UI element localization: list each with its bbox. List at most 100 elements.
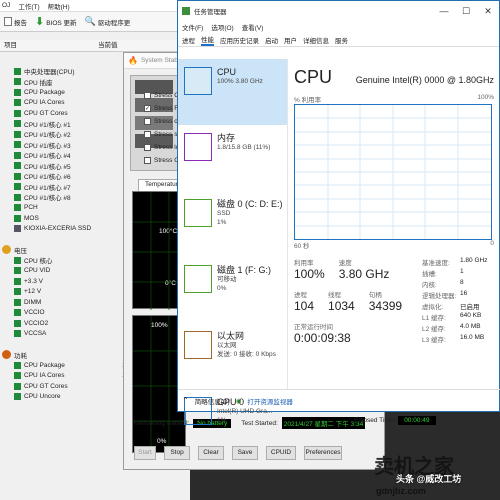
spec-key: L3 缓存: bbox=[422, 337, 446, 344]
sensor-label: PCH bbox=[24, 204, 38, 212]
perf-item[interactable]: CPU 100% 3.80 GHz bbox=[178, 59, 287, 125]
tm-menu-file[interactable]: 文件(F) bbox=[182, 22, 203, 32]
menu-item-1[interactable]: 工作(T) bbox=[18, 1, 39, 11]
sensor-menubar: OJ 工作(T) 帮助(H) bbox=[0, 0, 190, 12]
checkbox-box[interactable] bbox=[144, 157, 151, 164]
tab-details[interactable]: 详细信息 bbox=[303, 35, 329, 45]
chevron-up-icon[interactable]: ⌃ bbox=[182, 396, 189, 405]
tab-performance[interactable]: 性能 bbox=[201, 34, 214, 46]
column-item[interactable]: 项目 bbox=[0, 40, 94, 51]
sensor-icon bbox=[14, 309, 21, 317]
perf-item-t3: 1% bbox=[217, 219, 227, 226]
elapsed-label: Elapsed Time: bbox=[354, 417, 396, 424]
perf-item-t1: 以太网 bbox=[217, 331, 245, 341]
tab-processes[interactable]: 进程 bbox=[182, 35, 195, 45]
checkbox-box[interactable] bbox=[144, 118, 151, 125]
spec-key: L2 缓存: bbox=[422, 326, 446, 333]
maximize-button[interactable]: ☐ bbox=[455, 6, 477, 17]
spec-value: 1 bbox=[460, 268, 464, 275]
perf-item-t1: 磁盘 0 (C: D: E:) bbox=[217, 199, 283, 209]
checkbox-box[interactable] bbox=[144, 131, 151, 138]
sensor-icon bbox=[14, 372, 21, 380]
column-value[interactable]: 当前值 bbox=[94, 40, 134, 51]
sensor-icon bbox=[14, 361, 21, 369]
perf-item[interactable]: 以太网 以太网发送: 0 接收: 0 Kbps bbox=[178, 323, 287, 389]
tm-menu-options[interactable]: 选项(O) bbox=[211, 22, 233, 32]
resource-monitor-icon: ◉ bbox=[235, 397, 242, 405]
spec-row: L2 缓存: 4.0 MB bbox=[422, 323, 498, 334]
close-button[interactable]: ✕ bbox=[477, 6, 499, 17]
elapsed-time: Elapsed Time: 00:00:49 bbox=[354, 416, 436, 425]
sensor-label: VCCIO bbox=[24, 309, 45, 317]
tm-menu-view[interactable]: 查看(V) bbox=[242, 22, 264, 32]
report-button[interactable]: 报告 bbox=[4, 17, 27, 27]
perf-thumbnail bbox=[184, 199, 212, 227]
perf-thumbnail bbox=[184, 67, 212, 95]
sensor-label: +3.3 V bbox=[24, 277, 43, 285]
sensor-label: CPU #1/核心 #5 bbox=[24, 163, 71, 171]
tab-startup[interactable]: 启动 bbox=[265, 35, 278, 45]
minimize-button[interactable]: — bbox=[433, 6, 455, 17]
start-button[interactable]: Start bbox=[134, 446, 156, 460]
sensor-label: CPU #1/核心 #2 bbox=[24, 132, 71, 140]
stat-processes: 进程 104 bbox=[294, 292, 315, 313]
sensor-label: CPU GT Cores bbox=[24, 382, 68, 390]
perf-item-t3: 0% bbox=[217, 285, 227, 292]
spec-key: 基准速度: bbox=[422, 260, 450, 267]
sensor-label: VCCIO2 bbox=[24, 319, 49, 327]
menu-item-0[interactable]: OJ bbox=[2, 2, 10, 9]
checkbox-box[interactable] bbox=[144, 144, 151, 151]
sensor-label: DIMM bbox=[24, 298, 42, 306]
flame-icon: 🔥 bbox=[128, 56, 138, 65]
sensor-icon bbox=[14, 298, 21, 306]
perf-item[interactable]: 磁盘 1 (F: G:) 可移动 0% bbox=[178, 257, 287, 323]
stat-uptime: 正常运行时间 0:00:09:38 bbox=[294, 324, 351, 345]
perf-item[interactable]: 内存 1.8/15.8 GB (11%) bbox=[178, 125, 287, 191]
sensor-label: CPU #1/核心 #8 bbox=[24, 195, 71, 203]
sensor-label: 中央处理器(CPU) bbox=[24, 69, 75, 77]
voltage-icon bbox=[2, 245, 11, 255]
spec-value: 8 bbox=[460, 279, 464, 286]
watermark: 卖机之家 头条 @威改工坊 gdnjbz.com bbox=[370, 446, 500, 500]
perf-item-t2: SSD bbox=[217, 210, 231, 217]
sensor-icon bbox=[14, 183, 21, 191]
perf-sidebar: CPU 100% 3.80 GHz 内存 1.8/15.8 GB (11%) 磁盘 0 … bbox=[178, 59, 288, 425]
tab-app-history[interactable]: 应用历史记录 bbox=[220, 35, 259, 45]
checkbox-box[interactable]: ✓ bbox=[144, 105, 151, 112]
perf-item-t2: 以太网 bbox=[217, 342, 237, 349]
tm-tabs: 进程 性能 应用历史记录 启动 用户 详细信息 服务 bbox=[178, 33, 499, 47]
sensor-icon bbox=[14, 120, 21, 128]
menu-item-2[interactable]: 帮助(H) bbox=[48, 1, 70, 11]
report-icon bbox=[4, 17, 12, 26]
brief-info-link[interactable]: 简略信息(D) bbox=[195, 396, 230, 406]
driver-update-button[interactable]: 🔍 驱动程序更 bbox=[85, 16, 131, 27]
tab-services[interactable]: 服务 bbox=[335, 35, 348, 45]
checkbox-box[interactable] bbox=[144, 92, 151, 99]
perf-item-t2: 可移动 bbox=[217, 276, 237, 283]
tab-users[interactable]: 用户 bbox=[284, 35, 297, 45]
task-manager-window: 任务管理器 — ☐ ✕ 文件(F) 选项(O) 查看(V) 进程 性能 应用历史… bbox=[177, 0, 500, 425]
perf-item-t3: 发送: 0 接收: 0 Kbps bbox=[217, 351, 276, 358]
perf-item-t1: CPU bbox=[217, 67, 237, 77]
elapsed-value: 00:00:49 bbox=[398, 416, 436, 425]
sensor-label: CPU #1/核心 #4 bbox=[24, 153, 71, 161]
cpu-panel: CPU Genuine Intel(R) 0000 @ 1.80GHz % 利用… bbox=[294, 67, 494, 250]
sensor-label: VCCSA bbox=[24, 330, 47, 338]
spec-key: 插槽: bbox=[422, 271, 437, 278]
sensor-label: +12 V bbox=[24, 288, 42, 296]
resource-monitor-link[interactable]: 打开资源监视器 bbox=[247, 396, 293, 406]
preferences-button[interactable]: Preferences bbox=[304, 446, 342, 460]
bios-update-button[interactable]: ⬇ BIOS 更新 bbox=[35, 15, 77, 28]
spec-key: 内核: bbox=[422, 282, 437, 289]
sensor-icon bbox=[14, 256, 21, 264]
spec-key: 虚拟化: bbox=[422, 304, 444, 311]
perf-item[interactable]: 磁盘 0 (C: D: E:) SSD 1% bbox=[178, 191, 287, 257]
sensor-label: CPU IA Cores bbox=[24, 372, 65, 380]
sensor-label: CPU #1/核心 #3 bbox=[24, 142, 71, 150]
time-axis-label: 60 秒 bbox=[294, 243, 310, 250]
sensor-label: CPU VID bbox=[24, 267, 51, 275]
sensor-column-header: 项目 当前值 bbox=[0, 40, 190, 52]
perf-thumbnail bbox=[184, 331, 212, 359]
cpu-stats: 利用率 100% 速度 3.80 GHz 进程 104 线程 1034 句柄 3… bbox=[294, 257, 414, 345]
spec-row: L1 缓存: 640 KB bbox=[422, 312, 498, 323]
